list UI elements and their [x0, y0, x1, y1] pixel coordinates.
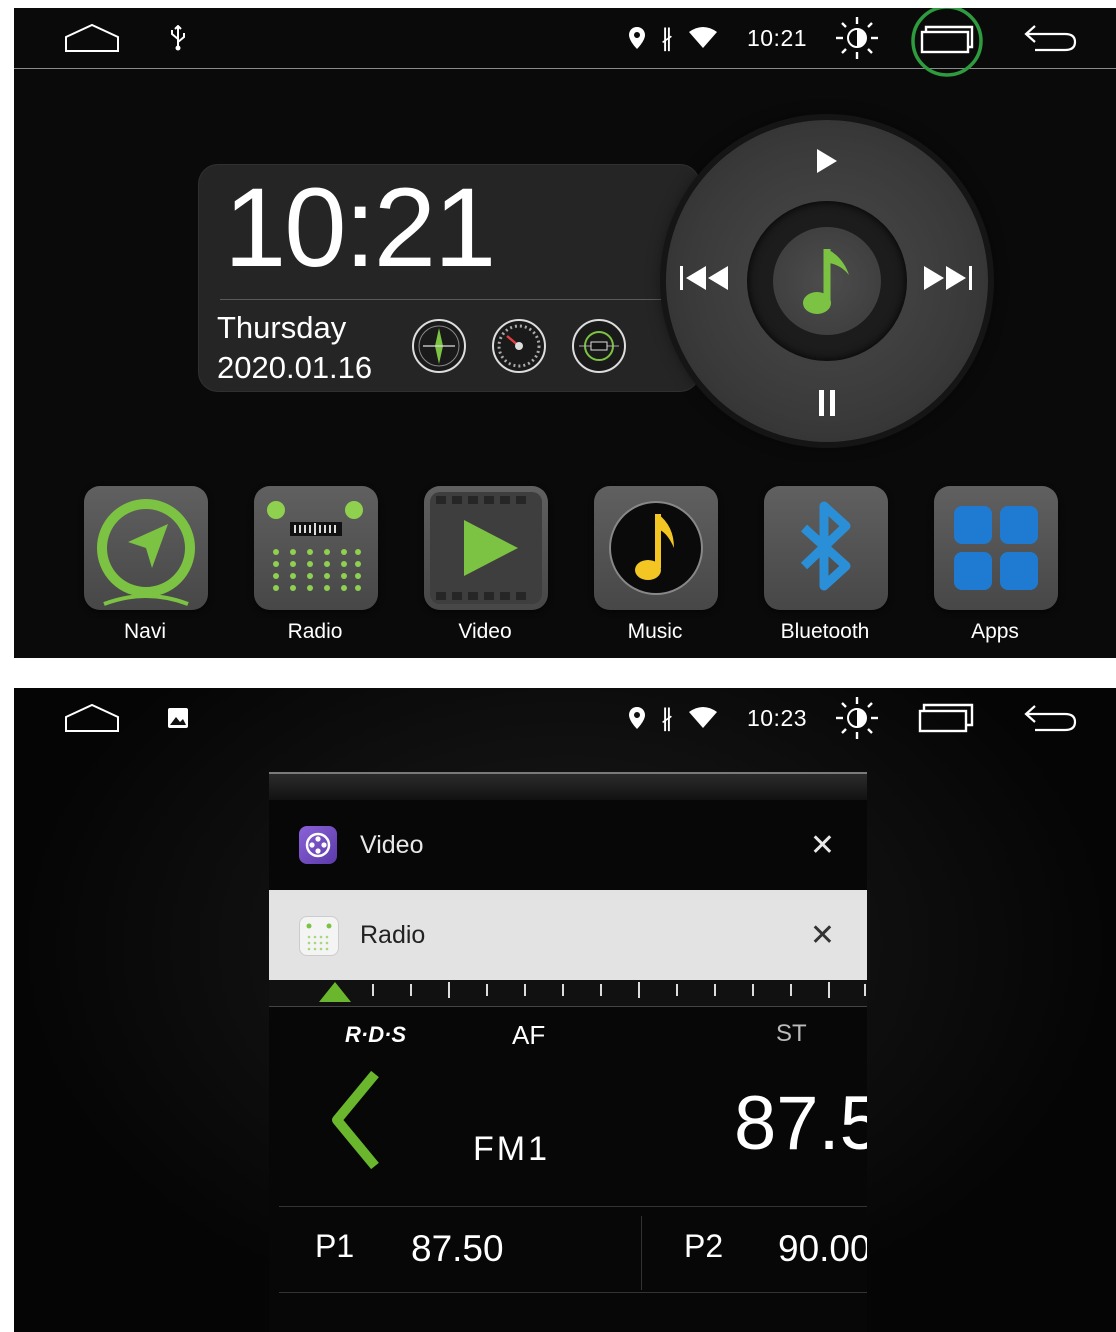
app-navi-button[interactable]: [84, 486, 208, 610]
play-icon[interactable]: [810, 144, 844, 178]
preset-p1[interactable]: P1 87.50: [269, 1208, 641, 1292]
navigation-icon: [97, 499, 195, 606]
bluetooth-icon: [800, 501, 851, 591]
radio-gauge-icon[interactable]: [571, 318, 627, 374]
app-radio-label: Radio: [287, 620, 343, 643]
preset-p1-label: P1: [315, 1228, 355, 1264]
recent-apps-icon[interactable]: [918, 688, 976, 748]
radio-preview[interactable]: R·D·S AF ST FM1 87.5 P1 87.50 P2 90.00: [269, 980, 867, 1332]
app-video-button[interactable]: [424, 486, 548, 610]
status-time: 10:23: [746, 704, 808, 731]
brightness-icon[interactable]: [832, 8, 882, 68]
recent-card-video[interactable]: Video ✕: [269, 800, 867, 890]
app-music-label: Music: [627, 620, 683, 643]
recent-card-radio[interactable]: Radio ✕: [269, 890, 867, 980]
recent-apps-icon[interactable]: [910, 8, 984, 78]
compass-gauge-icon[interactable]: [411, 318, 467, 374]
wifi-icon: [686, 8, 720, 68]
back-icon[interactable]: [1022, 8, 1078, 68]
preset-p2-label: P2: [684, 1228, 724, 1264]
clock-day: Thursday: [217, 310, 347, 345]
home-icon[interactable]: [62, 688, 122, 748]
close-icon[interactable]: ✕: [810, 800, 835, 890]
back-icon[interactable]: [1022, 688, 1078, 748]
app-apps-button[interactable]: [934, 486, 1058, 610]
app-navi-label: Navi: [123, 620, 166, 643]
location-icon: [624, 8, 650, 68]
app-apps-label: Apps: [971, 620, 1019, 643]
frequency-display: 87.5: [734, 1081, 867, 1166]
af-label[interactable]: AF: [512, 1020, 545, 1051]
app-radio-button[interactable]: [254, 486, 378, 610]
gallery-icon: [164, 688, 192, 748]
radio-app-icon: [299, 916, 339, 956]
recent-card-radio-title: Radio: [360, 920, 426, 949]
band-label: FM1: [473, 1130, 550, 1168]
speedometer-gauge-icon[interactable]: [491, 318, 547, 374]
status-bar: ∦ 10:21: [14, 8, 1116, 77]
preset-p2-freq: 90.00: [778, 1228, 867, 1269]
music-icon: [609, 501, 703, 595]
clock-divider: [220, 299, 688, 300]
pause-icon[interactable]: [810, 386, 844, 420]
bluetooth-icon: ∦: [661, 704, 673, 732]
video-app-icon: [299, 826, 337, 864]
next-icon[interactable]: [920, 260, 976, 296]
home-screen: ∦ 10:21 10:21 Thursday 2020.01.16 Navi R…: [14, 8, 1116, 658]
recent-card-video-title: Video: [360, 830, 424, 859]
radio-icon: [267, 501, 363, 591]
app-bluetooth-label: Bluetooth: [780, 620, 870, 643]
rds-label: R·D·S: [345, 1022, 407, 1047]
recents-screen: ∦ 10:23 Video ✕ Radio ✕ R·D·S AF ST FM1 …: [14, 688, 1116, 1332]
preset-divider-top: [279, 1206, 867, 1207]
usb-icon: [162, 8, 194, 68]
preset-p2[interactable]: P2 90.00: [642, 1208, 867, 1292]
bluetooth-icon: ∦: [661, 24, 673, 52]
wifi-icon: [686, 688, 720, 748]
music-note-icon[interactable]: [773, 227, 881, 335]
previous-icon[interactable]: [676, 260, 732, 296]
close-icon[interactable]: ✕: [810, 890, 835, 980]
clock-time: 10:21: [224, 165, 496, 290]
app-video-label: Video: [458, 620, 512, 643]
apps-grid-icon: [954, 506, 1038, 590]
preset-p1-freq: 87.50: [411, 1228, 504, 1269]
location-icon: [624, 688, 650, 748]
video-icon: [430, 492, 542, 604]
home-icon[interactable]: [62, 8, 122, 68]
preset-divider-bottom: [279, 1292, 867, 1293]
st-label: ST: [776, 1020, 807, 1047]
app-music-button[interactable]: [594, 486, 718, 610]
status-bar: ∦ 10:23: [14, 688, 1116, 748]
app-bluetooth-button[interactable]: [764, 486, 888, 610]
status-time: 10:21: [746, 24, 808, 51]
previous-station-icon[interactable]: [327, 1070, 387, 1170]
clock-date: 2020.01.16: [217, 350, 373, 385]
tuner-scale: [269, 980, 867, 1007]
brightness-icon[interactable]: [832, 688, 882, 748]
